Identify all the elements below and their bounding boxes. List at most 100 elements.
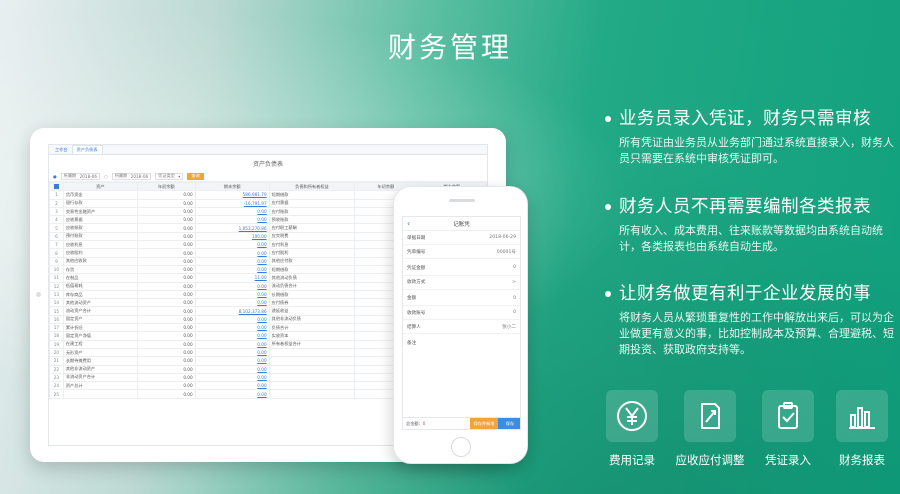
table-cell[interactable]: 0.00 [194,364,270,374]
clipboard-check-icon [778,402,798,429]
table-cell[interactable]: 0.00 [194,206,270,217]
table-cell [268,381,356,391]
table-cell: 0.00 [136,190,196,200]
table-cell: 0.00 [136,256,196,266]
form-label: 单据日期 [407,235,426,241]
phone-footer: 总金额：0 保存并新增 保存 [403,417,520,429]
table-cell[interactable]: 0.00 [194,240,270,250]
table-cell: 应收账款 [62,223,138,233]
back-arrow-icon[interactable]: ‹ [407,219,410,228]
table-cell: 0.00 [136,223,196,233]
select-all-checkbox[interactable] [49,181,64,192]
table-cell: 长期待摊费用 [62,356,138,366]
table-cell[interactable]: 0.00 [194,347,270,358]
table-cell[interactable]: 0.00 [194,248,270,258]
voucher-entry-item[interactable]: 凭证录入 [760,390,816,468]
table-cell: 负债合计 [268,323,356,333]
page-title: 财务管理 [387,31,512,64]
table-cell: 25 [49,389,64,399]
table-cell[interactable]: 0.00 [194,215,270,225]
table-cell[interactable]: 0.00 [194,281,270,291]
form-row[interactable]: 收款方式 > [403,276,520,290]
table-cell[interactable]: 0.00 [194,331,270,341]
table-cell: 递延收益 [268,306,356,316]
form-value: 0 [513,265,516,271]
table-cell: 在建工程 [62,339,138,349]
table-cell[interactable]: 0.00 [194,264,270,275]
table-cell[interactable]: 0.00 [194,339,270,349]
table-cell: 0.00 [136,248,196,258]
table-cell[interactable]: 0.00 [194,314,270,325]
table-cell: 0.00 [136,264,196,275]
table-cell: 非流动资产合计 [62,372,138,383]
save-and-new-button[interactable]: 保存并新增 [470,418,498,429]
expense-record-item[interactable]: 费用记录 [604,390,660,468]
table-cell: 5 [49,223,64,233]
period-to-radio-icon[interactable]: ○ [104,174,108,179]
table-cell[interactable]: 11.00 [194,273,270,283]
table-cell: 20 [49,347,64,358]
table-cell[interactable]: 0.00 [194,356,270,366]
icon-label: 凭证录入 [765,453,811,467]
feature-desc: 所有凭证由业务员从业务部门通过系统直接录入，财务人员只需要在系统中审核凭证即可。 [619,136,894,165]
table-cell: 10 [49,264,64,275]
table-cell[interactable]: 8,102,373.86 [194,306,270,316]
table-cell[interactable]: 0.00 [194,323,270,333]
bullet-icon [605,116,611,122]
query-button[interactable]: 查询 [187,172,204,180]
feature-icons: 费用记录 应收应付调整 凭证录入 财务报表 [604,390,890,472]
table-cell[interactable]: 0.00 [194,389,270,399]
table-cell[interactable]: 100.00 [194,231,270,242]
phone-title: 记账凭 [453,221,470,228]
financial-report-item[interactable]: 财务报表 [834,390,890,468]
receivable-adjust-item[interactable]: 应收应付调整 [676,390,745,468]
table-cell [268,347,356,358]
tab-workbench[interactable]: 工作台 [51,146,72,154]
form-value: 0 [513,295,516,301]
form-row[interactable]: 凭单编号 00001号 [403,245,520,260]
form-value: > [512,279,516,285]
table-cell[interactable]: 0.00 [194,372,270,383]
table-cell: 0.00 [136,215,196,225]
table-cell[interactable]: 0.00 [194,289,270,300]
table-cell: 短期借款 [268,264,356,275]
table-cell[interactable]: 1,053,270.86 [194,223,270,233]
table-cell[interactable]: 0.00 [194,298,270,308]
table-cell[interactable]: 586,981.79 [194,190,270,200]
table-cell[interactable]: -16,791.97 [194,198,270,208]
table-cell[interactable]: 0.00 [194,381,270,391]
table-cell: 累计折旧 [62,323,138,333]
table-cell: 0.00 [136,206,196,217]
table-cell[interactable]: 0.00 [194,256,270,266]
form-row[interactable]: 结算人 张小二 [403,320,520,335]
remark-row[interactable]: 备注 [403,336,520,350]
form-row[interactable]: 单据日期 2018-06-29 [403,231,520,246]
table-cell: 0.00 [136,314,196,325]
column-header: 资产 [62,181,138,192]
table-cell: 16 [49,314,64,325]
form-value: 2018-06-29 [489,235,516,241]
table-cell: 18 [49,331,64,341]
period-radio-icon[interactable]: ● [53,174,57,179]
form-value: 0 [513,310,516,316]
period-from-field[interactable]: 所属期 2018-06 [60,172,101,180]
phone-home-button [451,437,471,457]
table-cell: 0.00 [136,323,196,333]
form-row[interactable]: 收款账号 0 [403,306,520,321]
tab-balance-sheet[interactable]: 资产负债表 [71,145,103,154]
column-header: 年初余额 [136,181,196,192]
table-cell: 应付债券 [268,298,356,308]
table-cell [268,356,356,366]
table-cell: 货币资金 [62,190,138,200]
table-cell: 0.00 [136,273,196,283]
table-cell: 0.00 [136,331,196,341]
table-cell: 24 [49,381,64,391]
form-row[interactable]: 金额 0 [403,292,520,306]
table-cell: 资产总计 [62,381,138,391]
table-cell: 17 [49,323,64,333]
period-to-field[interactable]: 所属期 2018-06 [111,172,152,180]
form-row[interactable]: 凭证金额 0 [403,261,520,276]
voucher-type-select[interactable]: 凭证类型 ▾ [155,172,184,180]
save-button[interactable]: 保存 [498,418,520,429]
table-cell: 0.00 [136,347,196,358]
